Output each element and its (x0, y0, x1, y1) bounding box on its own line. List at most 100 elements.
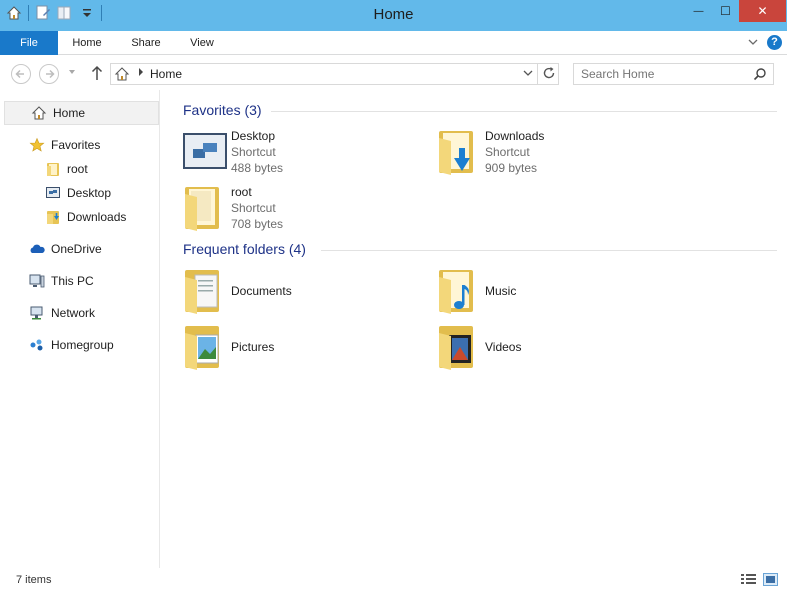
desktop-icon (45, 185, 61, 201)
network-icon (29, 305, 45, 321)
maximize-button[interactable]: ☐ (712, 0, 739, 22)
navigation-pane: Home Favorites root Desktop Downloads On… (0, 90, 160, 568)
onedrive-cloud-icon (29, 241, 45, 257)
documents-folder-icon (181, 267, 229, 315)
tile-name: root (231, 185, 252, 199)
nav-item-label: Home (53, 106, 86, 120)
breadcrumb-chevron-icon[interactable] (137, 67, 145, 79)
content-pane: Favorites (3) Desktop Shortcut 488 bytes… (161, 90, 787, 568)
ribbon-tab-bar: File Home Share View ? (0, 31, 787, 55)
tab-file[interactable]: File (0, 31, 58, 55)
downloads-folder-icon (435, 128, 483, 176)
nav-item-root[interactable]: root (45, 157, 88, 181)
nav-item-label: Network (51, 306, 96, 320)
group-header-label: Frequent folders (4) (183, 241, 306, 257)
tile-documents[interactable]: Documents (181, 266, 421, 316)
videos-folder-icon (435, 323, 483, 371)
tile-meta: Downloads Shortcut 909 bytes (485, 128, 544, 176)
tile-type: Shortcut (231, 201, 276, 215)
pictures-folder-icon (181, 323, 229, 371)
tile-name: Music (485, 284, 517, 298)
help-icon[interactable]: ? (767, 35, 782, 50)
tile-meta: Videos (485, 339, 521, 355)
nav-item-this-pc[interactable]: This PC (29, 269, 94, 293)
music-folder-icon (435, 267, 483, 315)
homegroup-icon (29, 337, 45, 353)
tile-videos[interactable]: Videos (435, 322, 675, 372)
tile-meta: Documents (231, 283, 292, 299)
window-title: Home (373, 6, 414, 23)
folder-icon (45, 161, 61, 177)
tab-home[interactable]: Home (60, 31, 114, 55)
computer-icon (29, 273, 45, 289)
nav-item-favorites[interactable]: Favorites (29, 133, 100, 157)
desktop-shortcut-icon (181, 128, 229, 176)
star-icon (29, 137, 45, 153)
breadcrumb-home[interactable]: Home (150, 67, 182, 81)
back-button[interactable] (11, 64, 31, 84)
tile-type: Shortcut (485, 145, 530, 159)
tile-meta: Music (485, 283, 516, 299)
nav-item-label: Downloads (67, 210, 127, 224)
nav-item-home[interactable]: Home (4, 101, 159, 125)
close-button[interactable]: ✕ (739, 0, 786, 22)
maximize-icon: ☐ (720, 4, 731, 18)
group-header-label: Favorites (3) (183, 102, 262, 118)
tab-view[interactable]: View (176, 31, 228, 55)
group-header-favorites[interactable]: Favorites (3) (183, 102, 262, 118)
nav-item-label: Favorites (51, 138, 101, 152)
tile-name: Videos (485, 340, 522, 354)
tile-size: 488 bytes (231, 161, 284, 175)
folder-icon (181, 184, 229, 232)
downloads-folder-icon (45, 209, 61, 225)
tile-meta: Pictures (231, 339, 274, 355)
close-icon: ✕ (757, 4, 768, 18)
tile-type: Shortcut (231, 145, 276, 159)
nav-item-label: This PC (51, 274, 94, 288)
search-box[interactable] (573, 63, 774, 85)
nav-item-homegroup[interactable]: Homegroup (29, 333, 114, 357)
details-view-icon[interactable] (741, 573, 756, 586)
address-history-dropdown-icon[interactable] (521, 67, 535, 81)
nav-item-label: Desktop (67, 186, 112, 200)
minimize-button[interactable]: — (685, 0, 712, 22)
address-toolbar: Home (0, 56, 787, 90)
nav-item-label: OneDrive (51, 242, 102, 256)
tile-downloads[interactable]: Downloads Shortcut 909 bytes (435, 128, 675, 182)
forward-button[interactable] (39, 64, 59, 84)
nav-item-network[interactable]: Network (29, 301, 95, 325)
recent-locations-dropdown-icon[interactable] (68, 68, 76, 78)
item-count: 7 items (16, 574, 52, 586)
nav-item-onedrive[interactable]: OneDrive (29, 237, 102, 261)
group-divider (321, 250, 777, 251)
large-icons-view-icon[interactable] (763, 573, 778, 586)
nav-item-label: Homegroup (51, 338, 114, 352)
tile-meta: root Shortcut 708 bytes (231, 184, 283, 232)
title-bar: Home — ☐ ✕ (0, 0, 787, 31)
address-bar[interactable]: Home (110, 63, 559, 85)
tab-share[interactable]: Share (118, 31, 174, 55)
refresh-button[interactable] (541, 65, 557, 84)
tile-root[interactable]: root Shortcut 708 bytes (181, 184, 421, 238)
up-button[interactable] (89, 64, 105, 82)
tile-music[interactable]: Music (435, 266, 675, 316)
group-header-frequent-folders[interactable]: Frequent folders (4) (183, 241, 306, 257)
status-bar: 7 items (0, 568, 787, 592)
tile-name: Documents (231, 284, 292, 298)
search-icon[interactable] (753, 67, 767, 81)
expand-ribbon-icon[interactable] (747, 36, 759, 48)
home-icon (114, 66, 130, 82)
tile-size: 909 bytes (485, 161, 538, 175)
tile-name: Downloads (485, 129, 545, 143)
nav-item-downloads[interactable]: Downloads (45, 205, 126, 229)
tile-size: 708 bytes (231, 217, 284, 231)
tile-desktop[interactable]: Desktop Shortcut 488 bytes (181, 128, 421, 182)
group-divider (271, 111, 777, 112)
tile-name: Desktop (231, 129, 276, 143)
nav-item-desktop[interactable]: Desktop (45, 181, 111, 205)
tile-name: Pictures (231, 340, 275, 354)
search-input[interactable] (574, 64, 744, 84)
home-icon (31, 105, 47, 121)
minimize-icon: — (693, 5, 704, 17)
tile-pictures[interactable]: Pictures (181, 322, 421, 372)
